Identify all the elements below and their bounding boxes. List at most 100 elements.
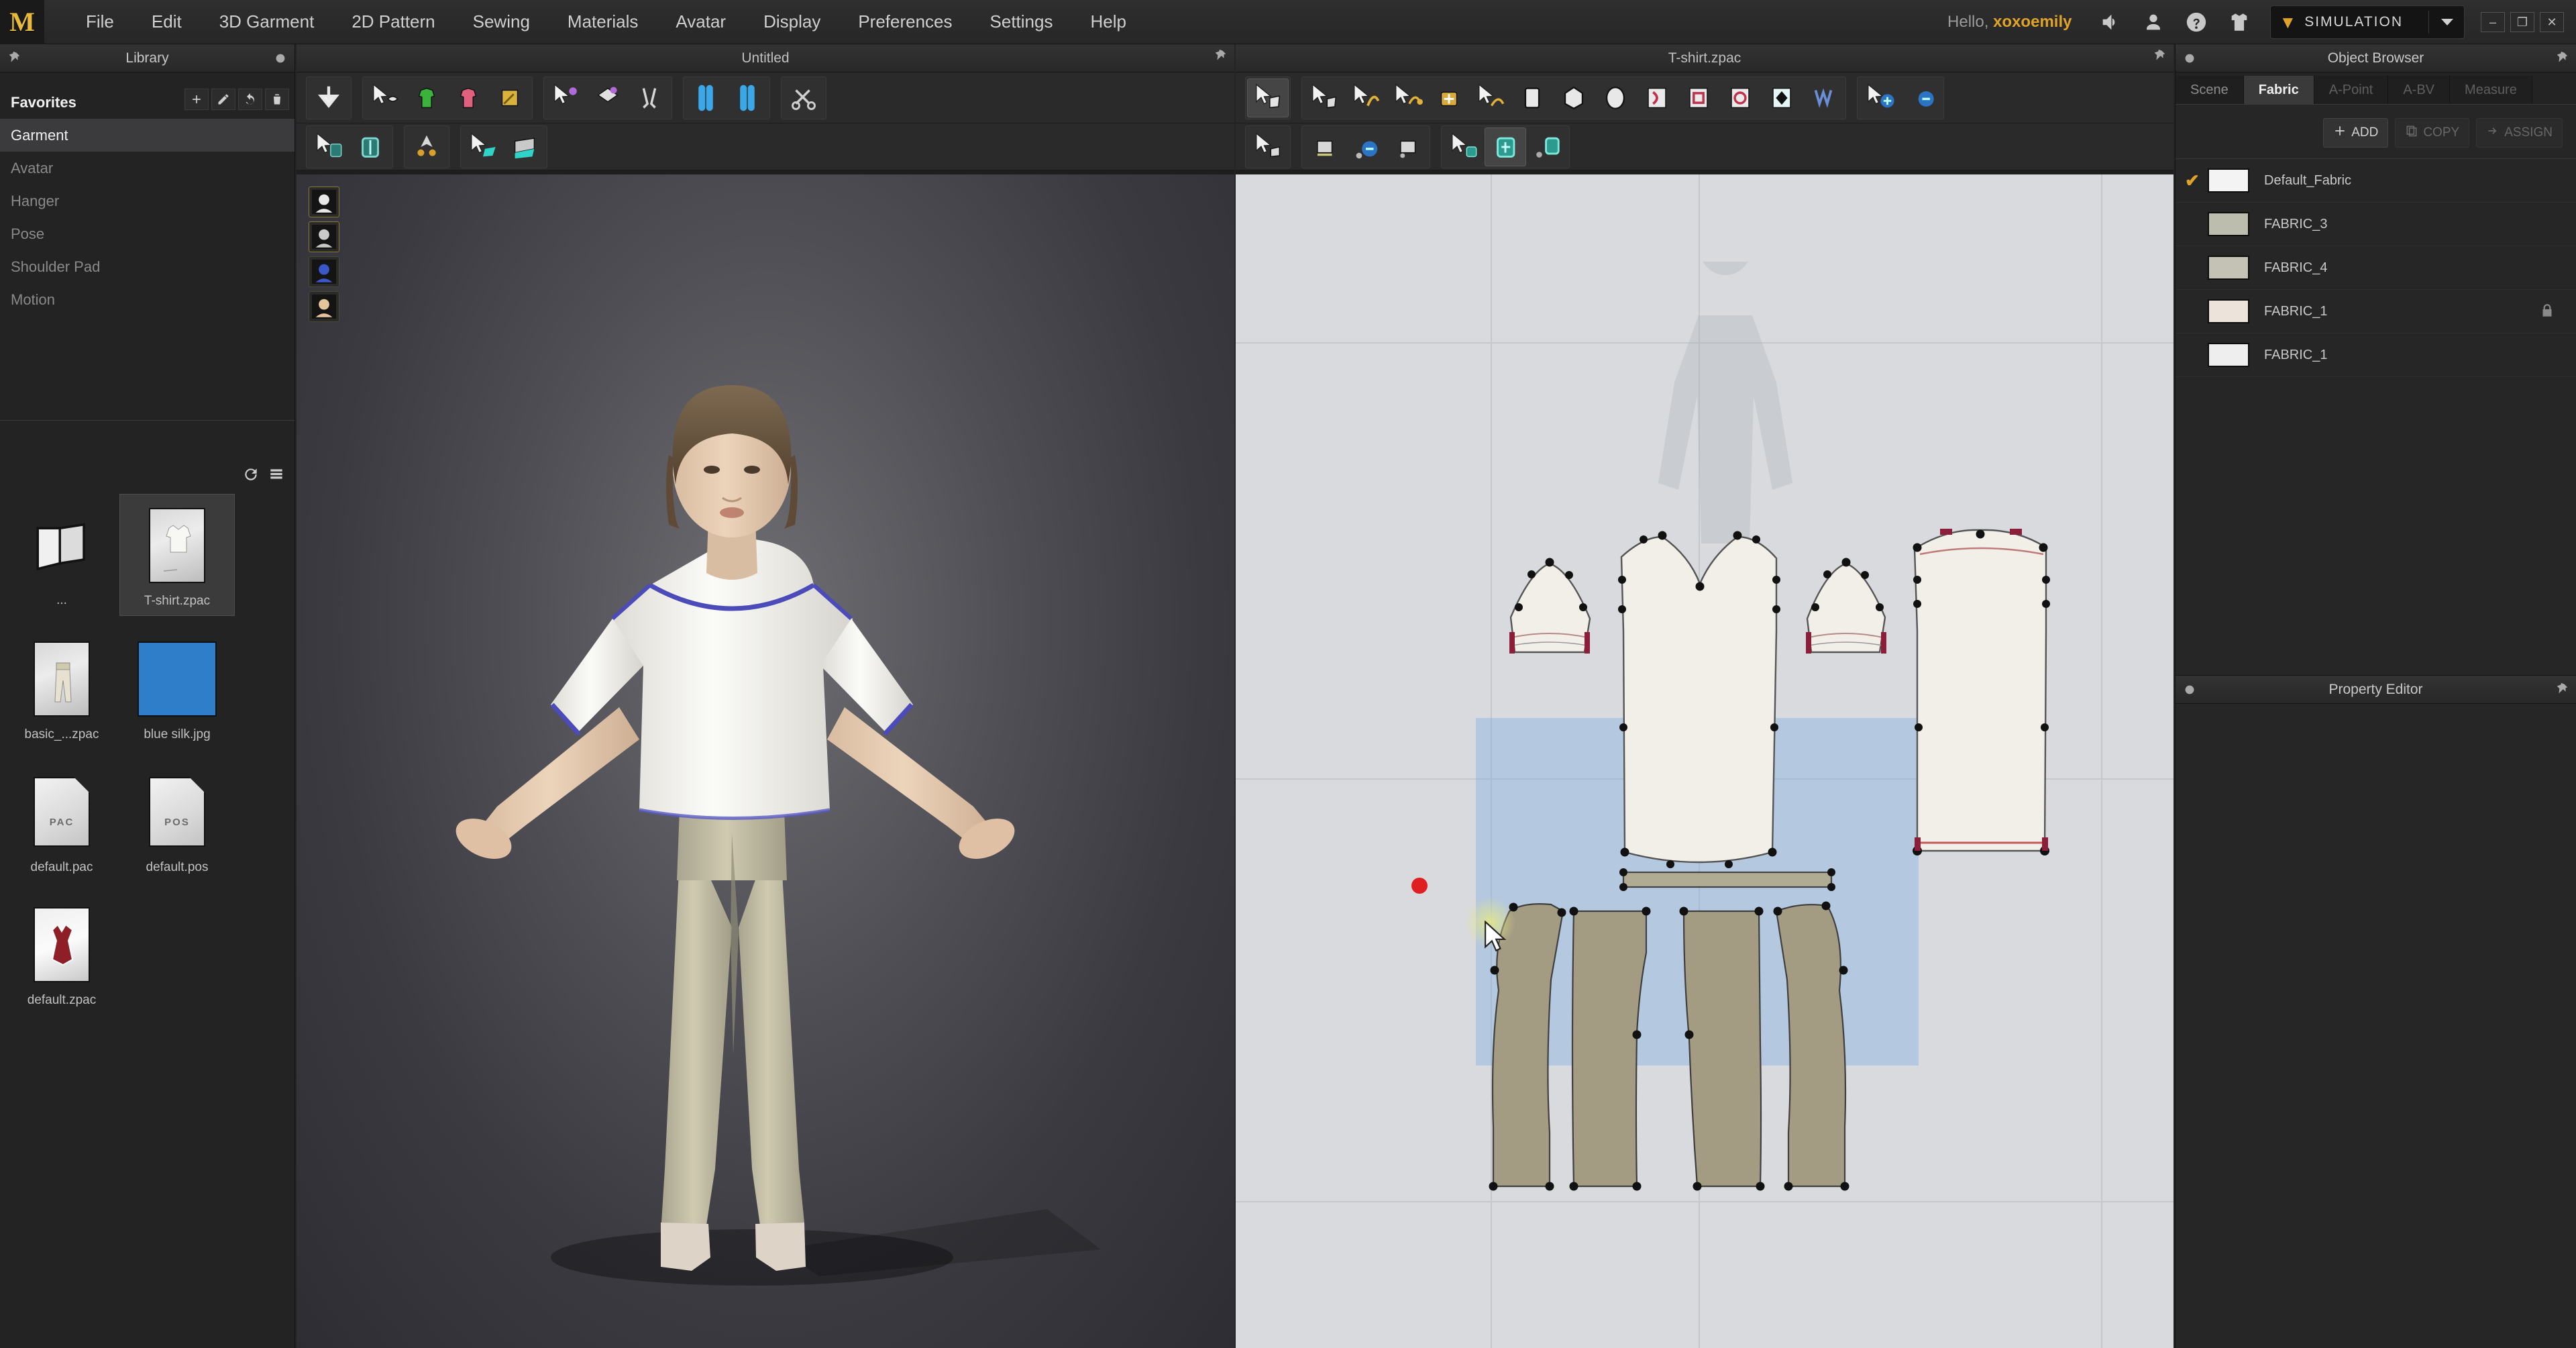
fabric-swatch[interactable] <box>2208 212 2249 236</box>
polygon-pattern-icon[interactable] <box>1553 79 1595 117</box>
library-item-avatar[interactable]: Avatar <box>0 152 294 185</box>
lock-icon[interactable] <box>2538 302 2557 321</box>
list-view-icon[interactable] <box>268 466 285 486</box>
simulation-button[interactable]: ▼ SIMULATION <box>2270 5 2465 39</box>
tack-icon[interactable] <box>629 79 670 117</box>
library-item-motion[interactable]: Motion <box>0 283 294 316</box>
2d-canvas[interactable] <box>1236 174 2174 1348</box>
segment-sewing-icon[interactable] <box>1303 127 1345 166</box>
fabric-swatch[interactable] <box>2208 168 2249 193</box>
object-browser-tab-fabric[interactable]: Fabric <box>2243 76 2314 104</box>
box-transform-icon[interactable] <box>350 127 391 166</box>
library-file-item[interactable]: basic_...zpac <box>4 628 119 749</box>
copy-fabric-button[interactable]: COPY <box>2395 118 2470 148</box>
edit-curvature-icon[interactable] <box>1470 79 1511 117</box>
fabric-row[interactable]: FABRIC_1 <box>2176 333 2576 377</box>
add-fabric-button[interactable]: ADD <box>2323 118 2389 148</box>
minimize-button[interactable]: – <box>2481 12 2505 32</box>
library-file-item[interactable]: default.zpac <box>4 894 119 1015</box>
3d-viewport-expand-icon[interactable] <box>1213 49 1228 67</box>
avatar-face-icon[interactable] <box>309 291 339 322</box>
volume-icon[interactable] <box>2089 0 2132 44</box>
select-garment-pink-icon[interactable] <box>447 79 489 117</box>
internal-line-icon[interactable] <box>1636 79 1678 117</box>
2d-viewport-expand-icon[interactable] <box>2152 49 2167 67</box>
object-browser-tab-measure[interactable]: Measure <box>2450 76 2532 104</box>
pin-select-icon[interactable] <box>545 79 587 117</box>
library-file-item[interactable]: PAC default.pac <box>4 761 119 882</box>
fabric-row[interactable]: ✔ Default_Fabric <box>2176 159 2576 203</box>
avatar-head-icon[interactable] <box>309 187 339 217</box>
menu-item-avatar[interactable]: Avatar <box>657 6 745 38</box>
pleat-icon[interactable] <box>1803 79 1844 117</box>
edit-icon[interactable] <box>211 89 235 110</box>
free-sewing-multi-icon[interactable] <box>1345 127 1387 166</box>
edit-curve-point-icon[interactable] <box>1387 79 1428 117</box>
app-logo[interactable]: M <box>0 0 44 44</box>
library-file-item[interactable]: blue silk.jpg <box>119 628 235 749</box>
select-texture-icon[interactable] <box>1443 127 1485 166</box>
add-folder-icon[interactable] <box>184 89 209 110</box>
fabric-check-icon[interactable]: ✔ <box>2185 170 2208 191</box>
assign-fabric-button[interactable]: ASSIGN <box>2476 118 2563 148</box>
menu-item-3d-garment[interactable]: 3D Garment <box>201 6 333 38</box>
fabric-swatch[interactable] <box>2208 299 2249 323</box>
menu-item-settings[interactable]: Settings <box>971 6 1072 38</box>
dart-icon[interactable] <box>1761 79 1803 117</box>
skin-offset-icon[interactable] <box>309 256 339 287</box>
library-item-shoulder-pad[interactable]: Shoulder Pad <box>0 250 294 283</box>
garment-shop-icon[interactable] <box>2218 0 2261 44</box>
avatar-gizmo-icon[interactable] <box>727 79 768 117</box>
menu-item-display[interactable]: Display <box>745 6 839 38</box>
select-plane-icon[interactable] <box>462 127 504 166</box>
internal-rect-icon[interactable] <box>1678 79 1719 117</box>
fabric-swatch[interactable] <box>2208 256 2249 280</box>
library-file-item[interactable]: ... <box>4 494 119 616</box>
transform-pattern-icon[interactable] <box>1303 79 1345 117</box>
fabric-row[interactable]: FABRIC_3 <box>2176 203 2576 246</box>
library-item-pose[interactable]: Pose <box>0 217 294 250</box>
rectangle-pattern-icon[interactable] <box>1511 79 1553 117</box>
refresh-icon[interactable] <box>242 466 260 486</box>
library-file-item[interactable]: T-shirt.zpac <box>119 494 235 616</box>
fabric-row[interactable]: FABRIC_1 <box>2176 290 2576 333</box>
user-account-icon[interactable] <box>2132 0 2175 44</box>
fabric-row[interactable]: FABRIC_4 <box>2176 246 2576 290</box>
avatar-3d-model[interactable] <box>376 203 1155 1303</box>
library-item-garment[interactable]: Garment <box>0 119 294 152</box>
menu-item-preferences[interactable]: Preferences <box>839 6 971 38</box>
edit-texture-icon[interactable] <box>1485 127 1526 166</box>
free-sewing-icon[interactable] <box>1900 79 1942 117</box>
property-editor-pin-icon[interactable] <box>2182 682 2197 697</box>
select-pattern-icon[interactable] <box>1247 78 1289 117</box>
menu-item-sewing[interactable]: Sewing <box>454 6 549 38</box>
fabric-brush-icon[interactable] <box>489 79 531 117</box>
undo-icon[interactable] <box>238 89 262 110</box>
library-collapse-icon[interactable] <box>273 51 288 66</box>
fabric-swatch[interactable] <box>2208 343 2249 367</box>
select-mesh-icon[interactable] <box>364 79 406 117</box>
library-pin-icon[interactable] <box>7 51 21 66</box>
library-file-item[interactable]: POS default.pos <box>119 761 235 882</box>
auto-sewing-icon[interactable] <box>1387 127 1428 166</box>
show-avatar-icon[interactable] <box>685 79 727 117</box>
pattern-pieces-svg[interactable] <box>1236 174 2174 1248</box>
avatar-bust-icon[interactable] <box>309 221 339 252</box>
object-browser-pin-icon[interactable] <box>2182 51 2197 66</box>
texture-offset-icon[interactable] <box>1526 127 1568 166</box>
select-segment-sew-icon[interactable] <box>1247 127 1289 166</box>
menu-item-file[interactable]: File <box>67 6 133 38</box>
select-sewing-icon[interactable] <box>1859 79 1900 117</box>
add-point-icon[interactable] <box>1428 79 1470 117</box>
internal-circle-icon[interactable] <box>1719 79 1761 117</box>
menu-item-help[interactable]: Help <box>1071 6 1144 38</box>
gravity-drop-icon[interactable] <box>308 79 350 117</box>
object-browser-tab-a-point[interactable]: A-Point <box>2314 76 2389 104</box>
chevron-down-icon[interactable] <box>2441 19 2453 25</box>
close-button[interactable]: ✕ <box>2540 12 2564 32</box>
restore-button[interactable]: ❐ <box>2510 12 2534 32</box>
object-browser-tab-scene[interactable]: Scene <box>2176 76 2244 104</box>
menu-item-edit[interactable]: Edit <box>133 6 201 38</box>
plane-create-icon[interactable] <box>504 127 545 166</box>
help-icon[interactable] <box>2175 0 2218 44</box>
